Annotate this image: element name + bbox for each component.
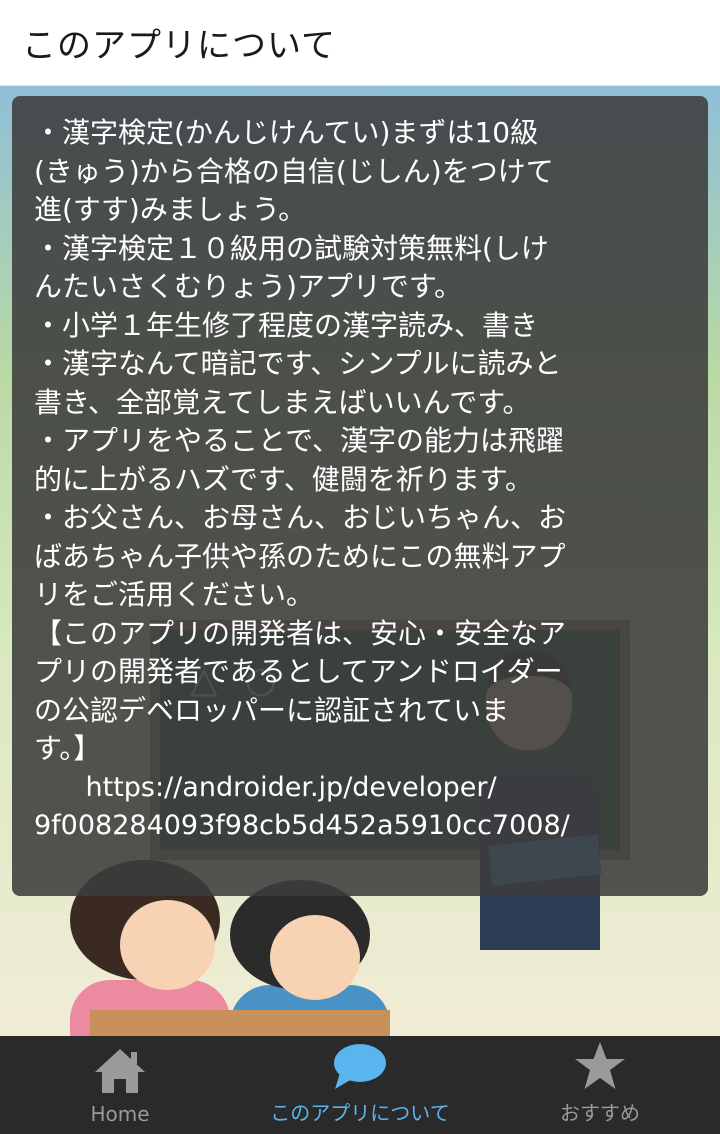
nav-label-recommended: おすすめ [560,1101,640,1125]
home-icon [95,1049,145,1093]
app-description-card: ・漢字検定(かんじけんてい)まずは10級 (きゅう)から合格の自信(じしん)をつ… [12,96,708,896]
nav-item-about[interactable]: このアプリについて [240,1036,480,1134]
student-boy-face [270,915,360,1000]
star-icon [575,1042,625,1089]
page-title: このアプリについて [22,26,336,66]
student-girl-face [120,900,215,990]
nav-item-recommended[interactable]: おすすめ [480,1036,720,1134]
app-bar: このアプリについて [0,0,720,86]
developer-url-link[interactable]: https://androider.jp/developer/ 9f008284… [34,769,688,846]
screen: このアプリについて △ ○ ・漢字検定(かんじけんてい)まずは10級 (きゅう)… [0,0,720,1134]
bottom-navigation: Home このアプリについて おすすめ [0,1036,720,1134]
nav-label-about: このアプリについて [270,1101,450,1125]
nav-item-home[interactable]: Home [0,1036,240,1134]
app-description-text: ・漢字検定(かんじけんてい)まずは10級 (きゅう)から合格の自信(じしん)をつ… [34,116,567,765]
chat-bubble-icon [334,1044,386,1089]
nav-label-home: Home [90,1102,150,1126]
